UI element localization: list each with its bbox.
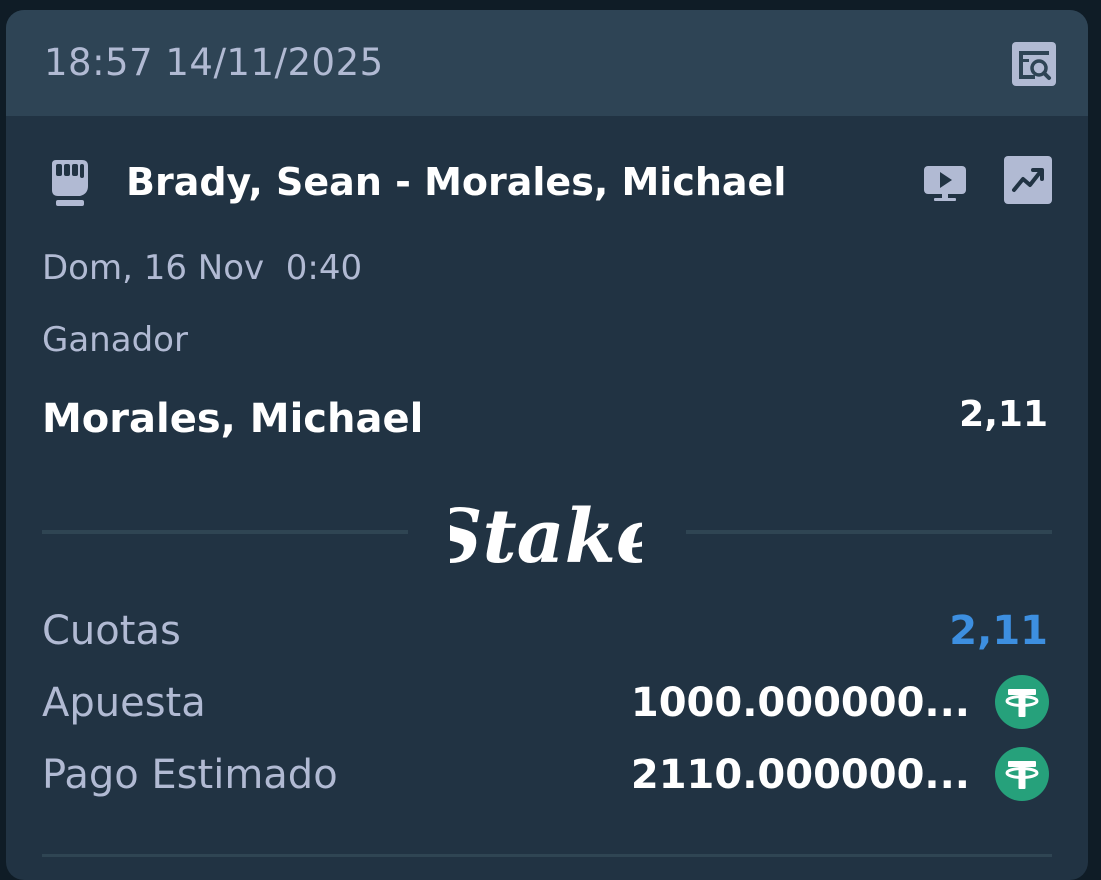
bet-timestamp: 18:57 14/11/2025 — [44, 41, 384, 84]
selection-name: Morales, Michael — [42, 396, 424, 442]
event-title[interactable]: Brady, Sean - Morales, Michael — [126, 160, 786, 204]
payout-label: Pago Estimado — [42, 752, 338, 798]
selection-odds: 2,11 — [959, 394, 1048, 435]
odds-label: Cuotas — [42, 608, 181, 654]
usdt-tether-icon — [994, 674, 1050, 730]
stake-label: Apuesta — [42, 680, 206, 726]
divider-left — [42, 530, 408, 534]
mma-glove-icon — [42, 156, 98, 212]
stats-chart-icon[interactable] — [1004, 156, 1052, 204]
stake-logo: Stake — [429, 480, 663, 590]
bet-slip-card: 18:57 14/11/2025 Brady, Sean - Morales, … — [6, 10, 1088, 880]
usdt-tether-icon — [994, 746, 1050, 802]
divider-right — [686, 530, 1052, 534]
stake-logo-text: Stake — [450, 494, 642, 580]
market-name: Ganador — [42, 320, 188, 360]
live-stream-icon[interactable] — [922, 160, 968, 206]
stake-value: 1000.000000... — [630, 680, 970, 726]
receipt-search-icon[interactable] — [1012, 42, 1056, 86]
bet-slip-header: 18:57 14/11/2025 — [6, 10, 1088, 116]
event-date: Dom, 16 Nov 0:40 — [42, 248, 363, 288]
payout-value: 2110.000000... — [630, 752, 970, 798]
odds-value: 2,11 — [949, 608, 1048, 654]
event-row[interactable]: Brady, Sean - Morales, Michael — [42, 150, 1052, 212]
bottom-divider — [42, 854, 1052, 857]
